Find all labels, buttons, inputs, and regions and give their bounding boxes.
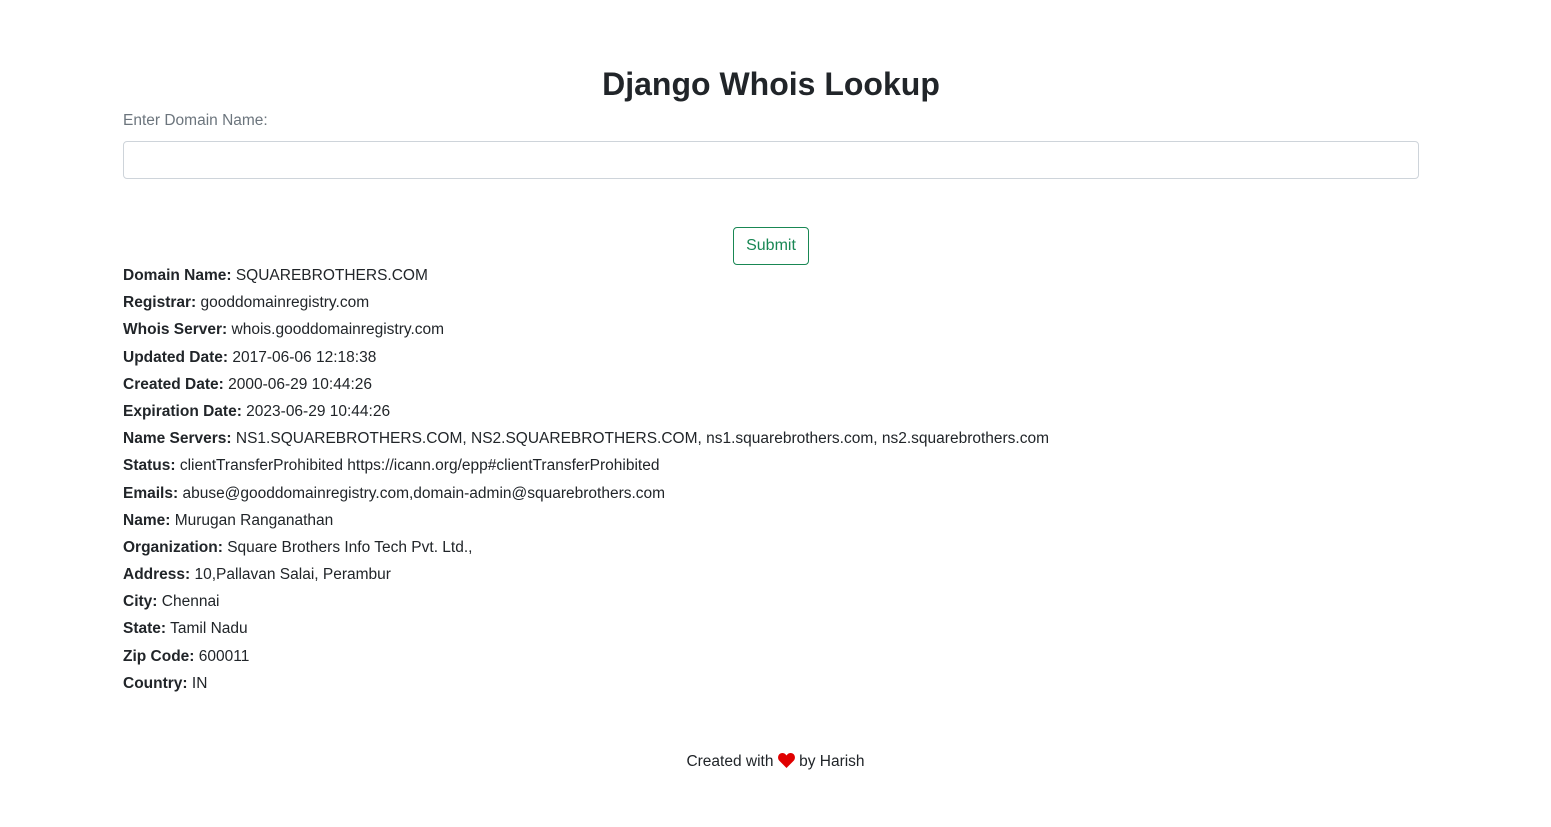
result-value: IN bbox=[191, 674, 208, 692]
result-value: 2000-06-29 10:44:26 bbox=[228, 375, 373, 393]
result-label: Created Date: bbox=[123, 375, 224, 393]
domain-label: Enter Domain Name: bbox=[123, 112, 268, 129]
result-row-whois-server: Whois Server: whois.gooddomainregistry.c… bbox=[123, 319, 1419, 346]
result-value: clientTransferProhibited https://icann.o… bbox=[179, 457, 660, 475]
result-label: State: bbox=[123, 620, 167, 638]
whois-form: Enter Domain Name: Submit bbox=[123, 110, 1419, 265]
result-label: Emails: bbox=[123, 484, 179, 502]
result-row-organization: Organization: Square Brothers Info Tech … bbox=[123, 537, 1419, 564]
result-row-updated-date: Updated Date: 2017-06-06 12:18:38 bbox=[123, 347, 1419, 374]
result-label: Address: bbox=[123, 566, 191, 584]
result-value: NS1.SQUAREBROTHERS.COM, NS2.SQUAREBROTHE… bbox=[235, 430, 1050, 448]
result-value: abuse@gooddomainregistry.com,domain-admi… bbox=[182, 484, 666, 502]
result-row-expiration-date: Expiration Date: 2023-06-29 10:44:26 bbox=[123, 401, 1419, 428]
result-label: Country: bbox=[123, 674, 188, 692]
result-row-domain-name: Domain Name: SQUAREBROTHERS.COM bbox=[123, 265, 1419, 292]
result-value: gooddomainregistry.com bbox=[200, 294, 370, 312]
result-label: Updated Date: bbox=[123, 348, 229, 366]
result-label: Domain Name: bbox=[123, 267, 232, 284]
result-value: whois.gooddomainregistry.com bbox=[231, 321, 445, 339]
result-label: Name Servers: bbox=[123, 430, 232, 448]
result-row-address: Address: 10,Pallavan Salai, Perambur bbox=[123, 564, 1419, 591]
result-label: Name: bbox=[123, 511, 171, 529]
result-label: Whois Server: bbox=[123, 321, 228, 339]
result-row-name-servers: Name Servers: NS1.SQUAREBROTHERS.COM, NS… bbox=[123, 428, 1419, 455]
result-row-registrar: Registrar: gooddomainregistry.com bbox=[123, 292, 1419, 319]
result-row-created-date: Created Date: 2000-06-29 10:44:26 bbox=[123, 374, 1419, 401]
result-value: 2017-06-06 12:18:38 bbox=[232, 348, 377, 366]
result-value: 600011 bbox=[198, 647, 250, 665]
result-label: Registrar: bbox=[123, 294, 197, 312]
result-row-zip-code: Zip Code: 600011 bbox=[123, 646, 1419, 673]
result-value: SQUAREBROTHERS.COM bbox=[235, 267, 428, 284]
result-value: Chennai bbox=[161, 593, 220, 611]
result-value: Murugan Ranganathan bbox=[174, 511, 334, 529]
result-row-country: Country: IN bbox=[123, 673, 1419, 700]
result-value: 10,Pallavan Salai, Perambur bbox=[194, 566, 391, 584]
result-row-city: City: Chennai bbox=[123, 591, 1419, 618]
result-row-state: State: Tamil Nadu bbox=[123, 618, 1419, 645]
result-row-emails: Emails: abuse@gooddomainregistry.com,dom… bbox=[123, 483, 1419, 510]
result-label: Status: bbox=[123, 457, 176, 475]
result-value: Tamil Nadu bbox=[170, 620, 248, 638]
footer-prefix: Created with bbox=[686, 753, 774, 770]
whois-results: Domain Name: SQUAREBROTHERS.COM Registra… bbox=[123, 265, 1419, 700]
result-label: Expiration Date: bbox=[123, 402, 242, 420]
domain-input[interactable] bbox=[123, 141, 1419, 179]
page-title: Django Whois Lookup bbox=[602, 66, 940, 102]
heart-icon bbox=[777, 752, 795, 768]
result-row-status: Status: clientTransferProhibited https:/… bbox=[123, 455, 1419, 482]
submit-row: Submit bbox=[123, 227, 1419, 265]
result-label: Zip Code: bbox=[123, 647, 195, 665]
result-label: City: bbox=[123, 593, 158, 611]
footer: Created with by Harish bbox=[0, 750, 1551, 774]
main-container: Django Whois Lookup Enter Domain Name: S… bbox=[123, 0, 1419, 700]
footer-suffix: by Harish bbox=[799, 753, 865, 770]
result-label: Organization: bbox=[123, 538, 223, 556]
result-value: Square Brothers Info Tech Pvt. Ltd., bbox=[227, 538, 473, 556]
result-value: 2023-06-29 10:44:26 bbox=[246, 402, 391, 420]
submit-button[interactable]: Submit bbox=[733, 227, 809, 265]
result-row-name: Name: Murugan Ranganathan bbox=[123, 510, 1419, 537]
